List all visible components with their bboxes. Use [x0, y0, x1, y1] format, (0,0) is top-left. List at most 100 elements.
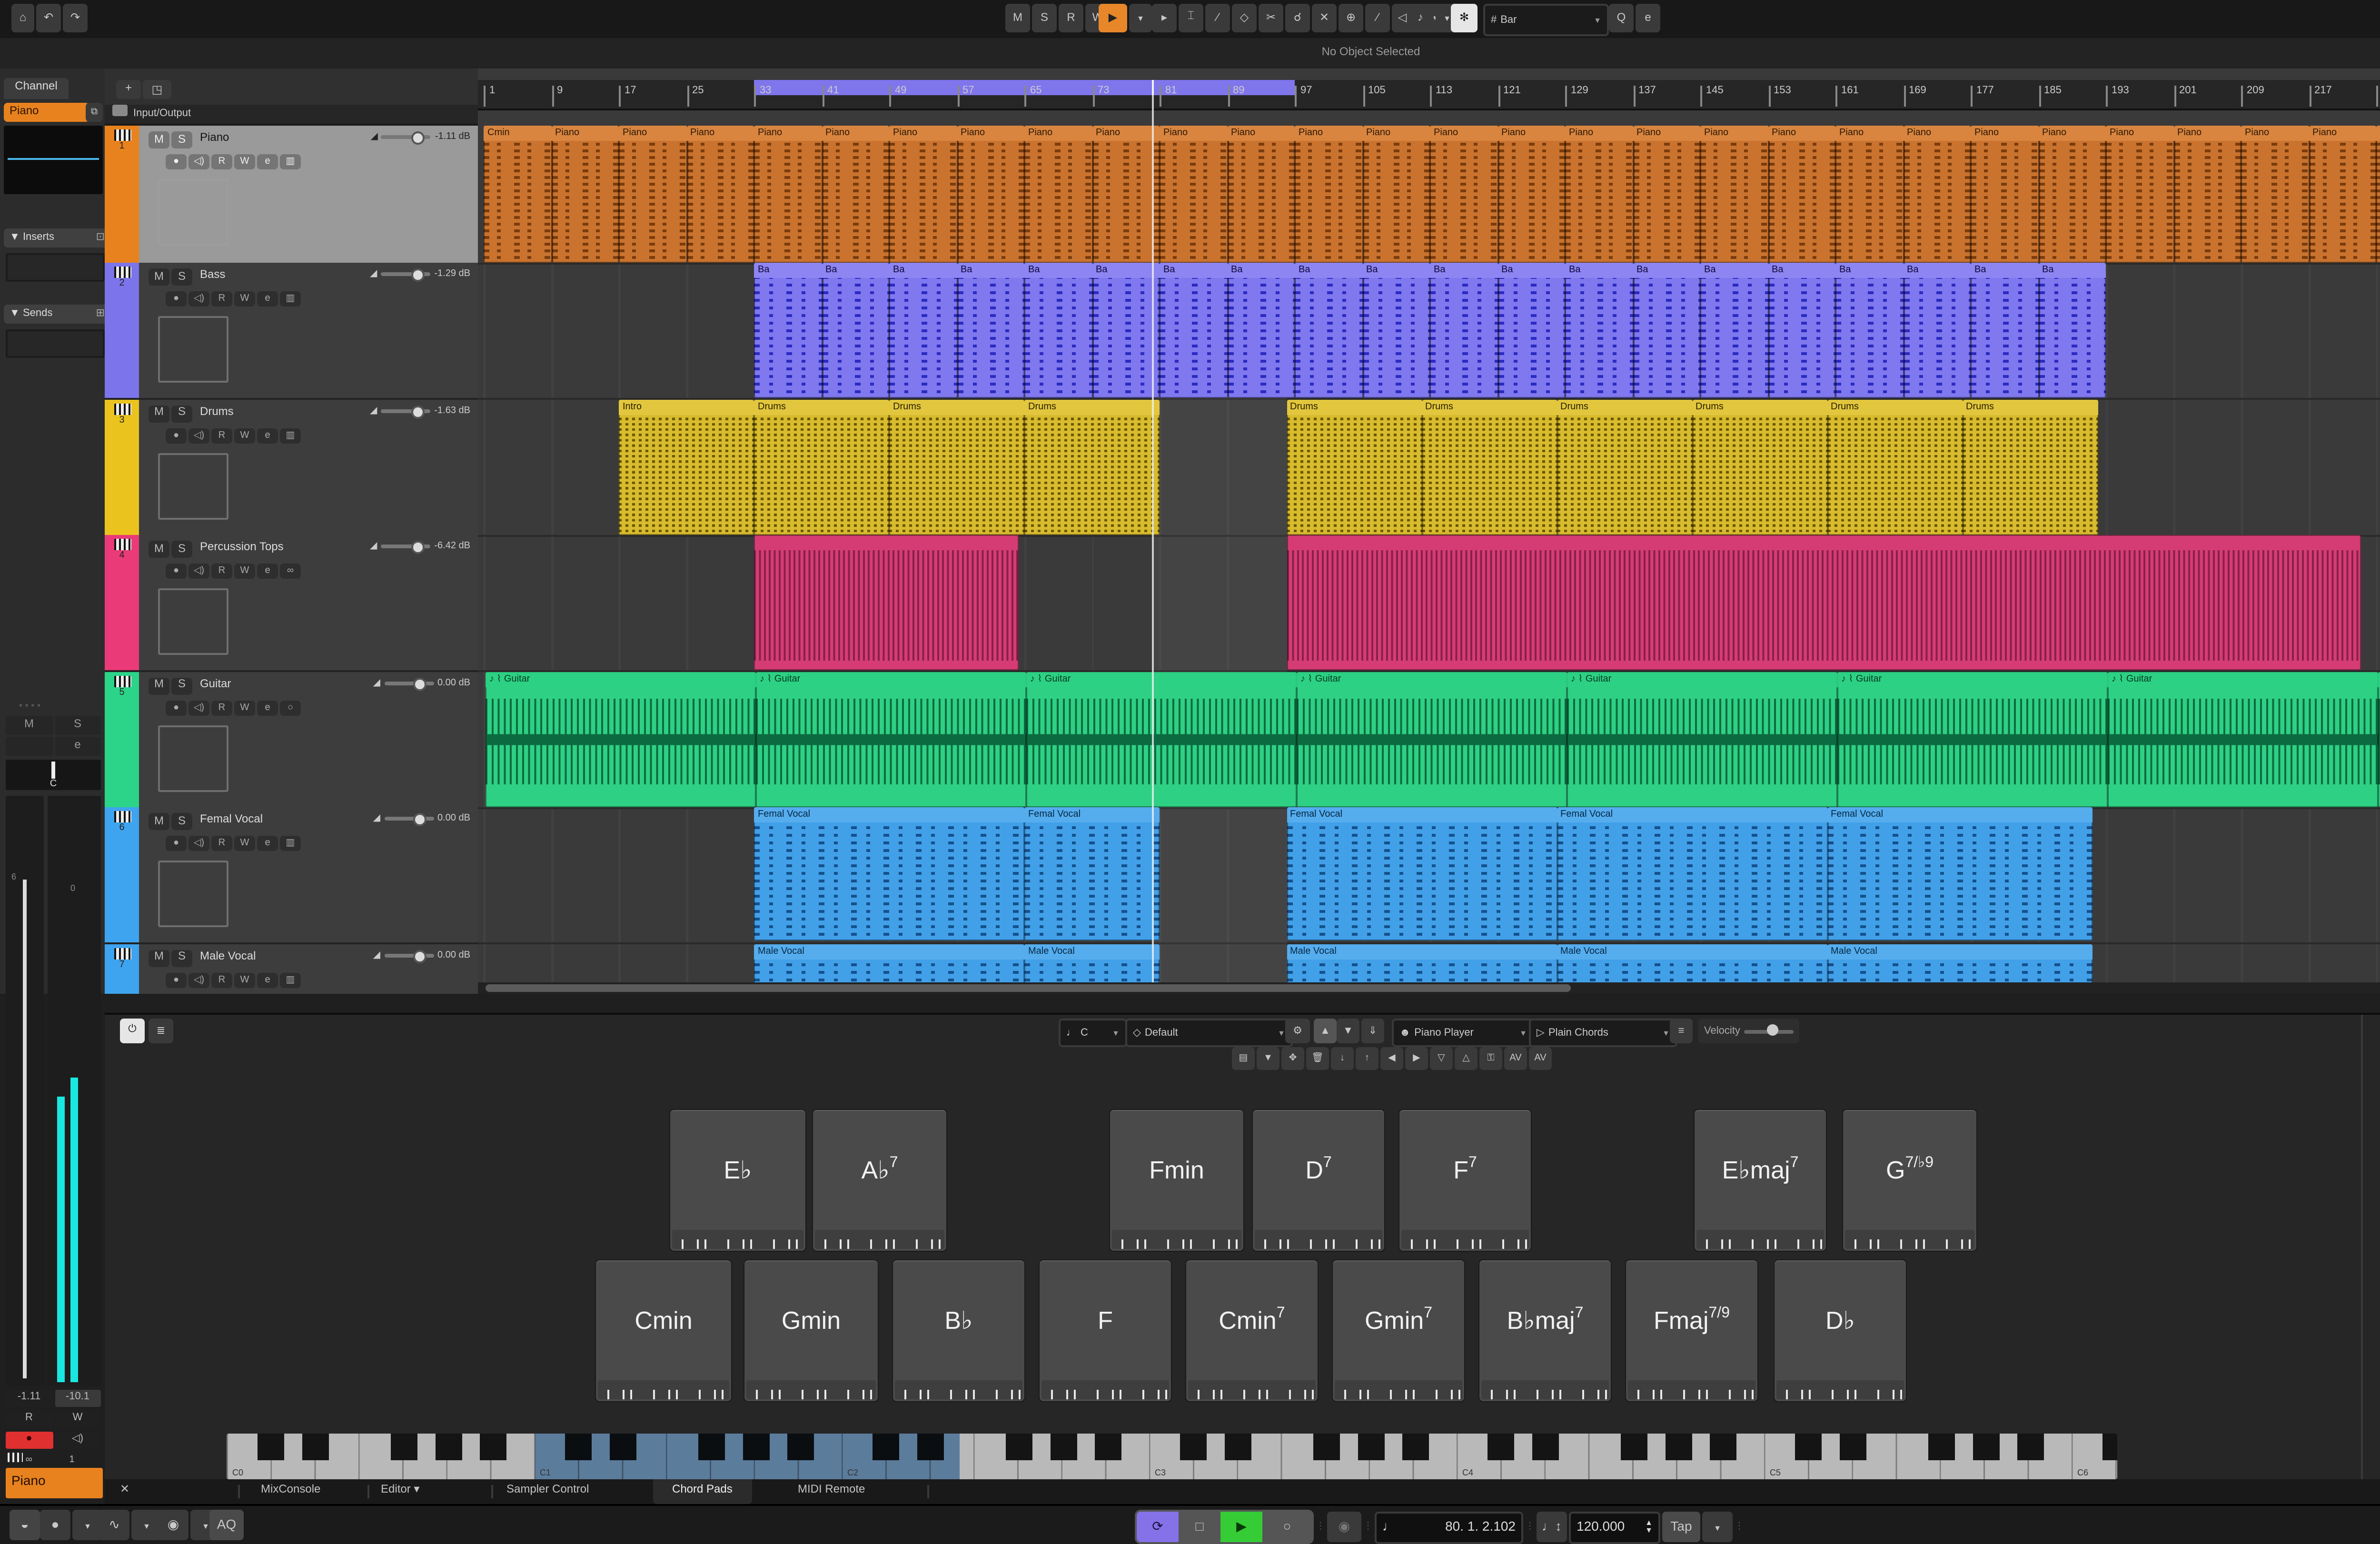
track-mute-button[interactable]: M [149, 949, 169, 966]
clip[interactable]: Ba [1565, 263, 1633, 398]
clip[interactable]: Piano [2241, 126, 2309, 263]
clip[interactable]: Piano [1497, 126, 1565, 263]
record-enable-button[interactable]: ● [166, 972, 187, 987]
tool-button[interactable]: ▸ [1152, 4, 1177, 32]
clip[interactable]: Piano [1160, 126, 1227, 263]
insert-slot[interactable] [6, 253, 105, 282]
record-enable-button[interactable]: ● [166, 700, 187, 715]
track-mute-button[interactable]: M [149, 813, 169, 830]
track-extra-icon[interactable]: ▥ [280, 972, 301, 987]
preset-dropdown[interactable]: ◇ Default▼ [1125, 1019, 1293, 1047]
position-display[interactable]: ♩ 80. 1. 2.102 [1375, 1511, 1523, 1543]
record-enable-button[interactable]: ● [166, 291, 187, 307]
track-name[interactable]: Drums [200, 406, 234, 418]
channel-solo-button[interactable]: S [54, 716, 101, 735]
clip[interactable]: Drums [1421, 399, 1557, 534]
channel-listen-button[interactable] [6, 737, 52, 756]
track-name[interactable]: Percussion Tops [200, 543, 284, 554]
clip[interactable]: Ba [1295, 263, 1362, 398]
track-volume[interactable]: ◢-6.42 dB [370, 541, 470, 552]
monitor-button[interactable]: ◁) [188, 972, 209, 987]
track-row[interactable]: 7 M S Male Vocal ◢0.00 dB ● ◁) R W e ▥ [105, 943, 478, 994]
clip[interactable]: ♪ ⌇ Guitar [486, 671, 756, 806]
monitor-button[interactable]: ◁) [188, 836, 209, 851]
clip[interactable]: Ba [1497, 263, 1565, 398]
lower-zone-tab[interactable]: MixConsole [261, 1479, 320, 1504]
clip[interactable]: Piano [1362, 126, 1430, 263]
clip[interactable]: Drums [754, 399, 889, 534]
clip[interactable]: Intro [619, 399, 754, 534]
clip[interactable]: Ba [1903, 263, 1971, 398]
quantize-button[interactable]: Q [1609, 4, 1634, 32]
root-key-dropdown[interactable]: ♩ C▼ [1059, 1019, 1127, 1047]
clip[interactable]: Ba [2038, 263, 2106, 398]
time-display-icon[interactable]: ◒ [10, 1510, 40, 1540]
clip[interactable]: Ba [1430, 263, 1497, 398]
undo-icon[interactable]: ↶ [36, 4, 61, 32]
pad-edit-button[interactable]: ↑ [1356, 1047, 1378, 1070]
track-color-strip[interactable]: 4 [105, 535, 139, 670]
pad-edit-button[interactable]: ↓ [1331, 1047, 1354, 1070]
track-mute-button[interactable]: M [149, 268, 169, 286]
read-all-button[interactable]: R [1059, 4, 1083, 32]
chord-pad[interactable]: E♭ [670, 1110, 805, 1251]
inserts-bypass-icon[interactable]: ⊡ [96, 228, 105, 247]
tempo-spinner[interactable]: ▲▼ [1645, 1519, 1653, 1534]
tempo-display[interactable]: 120.000▲▼ [1569, 1511, 1660, 1543]
chord-pad[interactable]: Cmin [596, 1260, 731, 1401]
clip[interactable]: ♪ ⌇ Guitar [2378, 671, 2380, 806]
track-extra-icon[interactable]: ▥ [280, 836, 301, 851]
track-row[interactable]: 3 M S Drums ◢-1.63 dB ● ◁) R W e ▥ [105, 399, 478, 536]
edit-channel-button[interactable]: e [257, 291, 278, 307]
audio-caret-icon[interactable]: ▼ [131, 1510, 162, 1540]
track-solo-button[interactable]: S [171, 131, 192, 148]
iterative-quantize-button[interactable]: e [1636, 4, 1660, 32]
edit-channel-button[interactable]: e [257, 427, 278, 443]
monitor-button[interactable]: ◁) [188, 154, 209, 169]
track-name[interactable]: Femal Vocal [200, 815, 263, 826]
write-button[interactable]: W [234, 700, 255, 715]
chord-pad[interactable]: Gmin7 [1333, 1260, 1464, 1401]
record-mode-icon[interactable]: ● [40, 1510, 70, 1540]
clip[interactable]: Ba [1835, 263, 1903, 398]
tool-button[interactable]: ⌶ [1179, 4, 1203, 32]
edit-channel-button[interactable]: e [257, 564, 278, 579]
clip[interactable]: Piano [619, 126, 686, 263]
clip[interactable]: Piano [1768, 126, 1835, 263]
inserts-section-header[interactable]: ▼ Inserts⊡ [4, 228, 109, 247]
read-button[interactable]: R [211, 154, 232, 169]
auto-quantize-button[interactable]: AQ [209, 1510, 244, 1540]
write-automation-button[interactable]: W [54, 1411, 101, 1428]
track-extra-icon[interactable]: ○ [280, 700, 301, 715]
clip[interactable]: Drums [1692, 399, 1827, 534]
track-color-strip[interactable]: 1 [105, 126, 139, 263]
track-color-strip[interactable]: 7 [105, 943, 139, 994]
track-volume[interactable]: ◢-1.11 dB [370, 131, 470, 143]
track-solo-button[interactable]: S [171, 813, 192, 830]
track-solo-button[interactable]: S [171, 677, 192, 694]
track-name[interactable]: Bass [200, 270, 225, 282]
chord-pads-power-button[interactable]: ⏻ [120, 1019, 145, 1043]
player-dropdown[interactable]: ☻ Piano Player▼ [1392, 1019, 1535, 1047]
timeline-ruler[interactable]: 1917253341495765738189971051131211291371… [478, 80, 2380, 110]
pad-edit-button[interactable]: ✥ [1281, 1047, 1304, 1070]
close-lower-zone-icon[interactable]: ✕ [120, 1479, 129, 1504]
chord-pad[interactable]: F7 [1399, 1110, 1531, 1251]
clip[interactable]: Femal Vocal [1827, 807, 2092, 940]
track-volume[interactable]: ◢0.00 dB [373, 677, 470, 688]
clip[interactable]: Piano [822, 126, 889, 263]
clip[interactable]: Piano [1092, 126, 1160, 263]
clip[interactable]: Drums [889, 399, 1024, 534]
clip[interactable]: Ba [1971, 263, 2038, 398]
track-extra-icon[interactable]: ▥ [280, 154, 301, 169]
velocity-slider[interactable]: Velocity [1698, 1019, 1799, 1043]
pad-edit-button[interactable]: ▽ [1430, 1047, 1453, 1070]
clip[interactable]: Piano [1835, 126, 1903, 263]
redo-icon[interactable]: ↷ [63, 4, 88, 32]
channel-fader[interactable]: 6 [6, 796, 44, 1386]
clip[interactable]: Piano [2309, 126, 2376, 263]
chord-pad[interactable]: A♭7 [813, 1110, 946, 1251]
clip[interactable]: ♪ ⌇ Guitar [2108, 671, 2378, 806]
clip[interactable]: Ba [1024, 263, 1092, 398]
monitor-button[interactable]: ◁) [188, 564, 209, 579]
